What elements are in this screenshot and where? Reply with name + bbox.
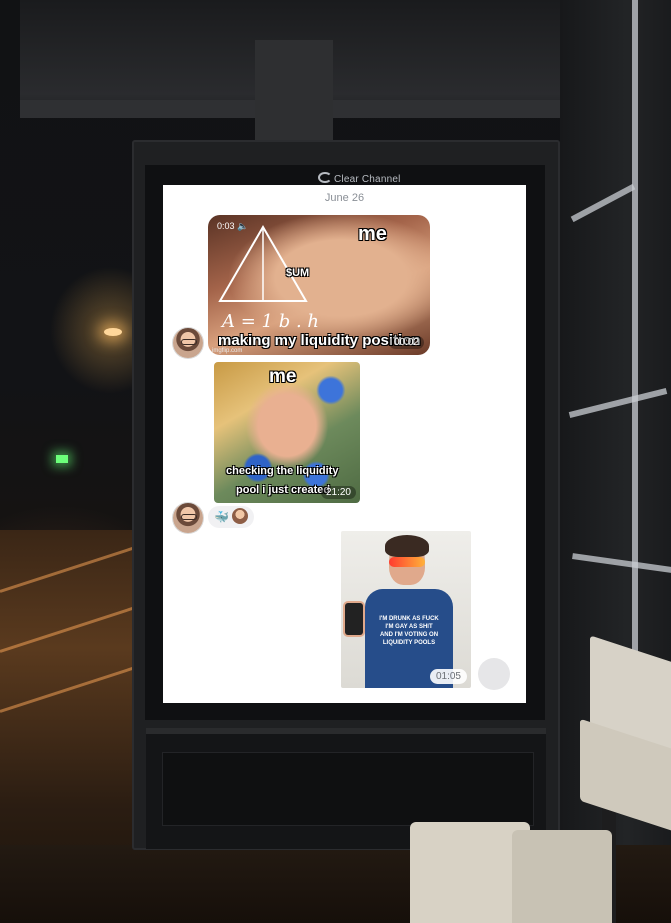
meme-caption-line: checking the liquidity: [226, 465, 339, 477]
whale-emoji-icon: 🐳: [214, 510, 229, 524]
sunglasses-icon: [389, 557, 425, 567]
kiosk-brand: Clear Channel: [318, 172, 401, 185]
message-timestamp: 00:02: [388, 336, 424, 349]
traffic-signal: [56, 455, 68, 463]
shirt-line: I'M DRUNK AS FUCK: [379, 616, 439, 622]
date-divider: June 26: [324, 192, 365, 204]
street-lamp: [104, 328, 122, 336]
phone-icon: [345, 603, 363, 635]
sender-avatar[interactable]: [173, 328, 203, 358]
avatar-glasses: [181, 339, 197, 345]
sender-avatar[interactable]: [173, 503, 203, 533]
chat-screen: June 26 0:03 🔈 me $UM A = 1 b . h making…: [163, 185, 526, 703]
meme-formula: A = 1 b . h: [222, 311, 319, 332]
reactor-avatar: [231, 508, 248, 524]
glass-frame-bar: [568, 387, 668, 419]
meme-image-message[interactable]: me checking the liquidity pool i just cr…: [214, 362, 360, 503]
shirt-line: LIQUIDITY POOLS: [382, 640, 436, 646]
shirt-line: AND I'M VOTING ON: [379, 632, 439, 638]
street-reflection: [0, 540, 153, 593]
glass-frame-bar: [570, 183, 636, 223]
avatar-glasses: [181, 514, 197, 520]
imgflip-watermark: imgflip.com: [212, 348, 243, 354]
meme-top-text: me: [358, 223, 387, 245]
bus-stop-scene: Clear Channel June 26 0:03 🔈 me $UM A = …: [0, 0, 671, 923]
brand-label: Clear Channel: [334, 174, 401, 185]
shirt-line: I'M GAY AS SHIT: [385, 624, 433, 630]
volume-icon[interactable]: 🔈: [237, 221, 248, 231]
meme-video-message[interactable]: 0:03 🔈 me $UM A = 1 b . h making my liqu…: [208, 215, 430, 355]
meme-label: $UM: [286, 267, 310, 279]
clear-channel-logo-icon: [318, 172, 332, 183]
message-timestamp: 21:20: [320, 486, 356, 499]
video-time: 0:03: [217, 221, 235, 231]
glass-frame-post: [632, 0, 638, 680]
triangle-diagram-icon: [218, 225, 308, 302]
message-reactions[interactable]: 🐳: [208, 506, 254, 528]
scroll-button[interactable]: [478, 658, 510, 690]
glass-frame-bar: [572, 553, 671, 573]
meme-top-text: me: [269, 366, 297, 387]
street-reflection: [0, 600, 153, 653]
street-reflection: [0, 660, 153, 713]
video-controls[interactable]: 0:03 🔈: [217, 221, 248, 232]
message-timestamp: 01:05: [429, 669, 467, 684]
shelter-pillar: [255, 40, 333, 145]
meme-caption-line: pool i just created: [236, 484, 331, 496]
shirt-text: I'M DRUNK AS FUCK I'M GAY AS SHIT AND I'…: [365, 615, 453, 647]
photo-message[interactable]: I'M DRUNK AS FUCK I'M GAY AS SHIT AND I'…: [341, 531, 471, 688]
bench-seat: [512, 830, 612, 923]
man-hair: [385, 535, 429, 557]
kiosk-base-panel: [162, 752, 534, 826]
